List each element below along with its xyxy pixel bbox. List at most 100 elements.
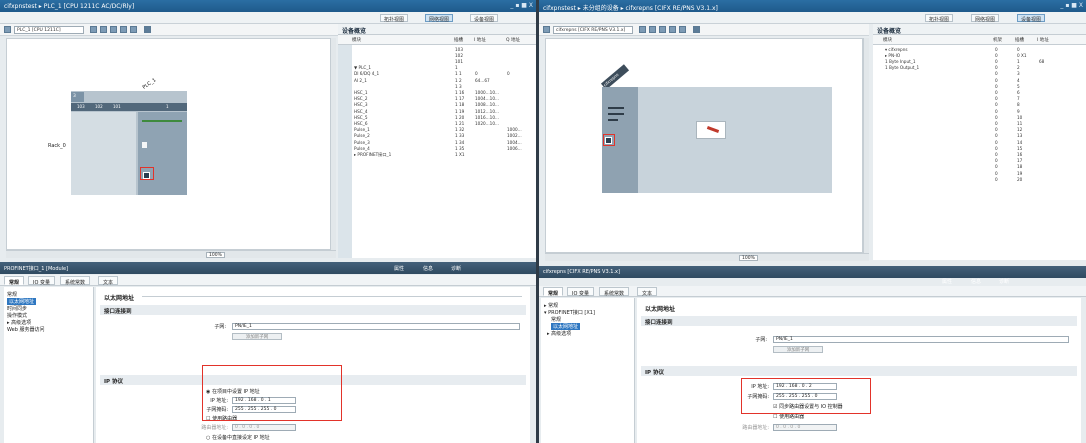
left-device-select[interactable]: PLC_1 [CPU 1211C] [14, 26, 84, 34]
cell-i-addr: 1004...10... [475, 96, 499, 102]
right-zoom-icon[interactable] [693, 26, 700, 33]
cell-slot: 13 [1017, 133, 1023, 139]
right-subnet-label: 子网: [755, 337, 767, 343]
cell-q-addr: 1004... [507, 139, 522, 145]
plc-module[interactable] [138, 112, 187, 195]
right-view-bar: 拓扑视图 网络视图 设备视图 [539, 12, 1086, 24]
cell-module: ▸ PROFINET接口_1 [354, 151, 392, 157]
right-device-view-tab[interactable]: 设备视图 [1017, 14, 1046, 23]
right-tab-system-constants[interactable]: 系统常数 [599, 287, 630, 297]
right-add-subnet-button[interactable]: 添加新子网 [773, 346, 823, 353]
cell-slot: 1 16 [455, 89, 465, 95]
right-diag-tab[interactable]: 诊断 [996, 276, 1012, 285]
right-info-tab[interactable]: 信息 [968, 276, 984, 285]
right-slot-area[interactable] [638, 87, 832, 193]
right-col-slot[interactable]: 插槽 [1015, 37, 1024, 43]
right-col-rack[interactable]: 机架 [993, 37, 1002, 43]
right-nav-advanced[interactable]: ▸ 高级选项 [547, 330, 571, 337]
right-router-field[interactable]: 0 . 0 . 0 . 0 [773, 424, 837, 431]
right-props-content: 以太网地址 接口连接到 子网: PN/IE_1 添加新子网 IP 协议 IP 地… [637, 298, 1081, 443]
right-device-icon[interactable] [543, 26, 550, 33]
right-toolbar-icon-1[interactable] [639, 26, 646, 33]
left-subnet-select[interactable]: PN/IE_1 [232, 323, 520, 330]
right-device-canvas[interactable]: cifxrepns [545, 38, 863, 253]
cell-module: 1 Byte Input_1 [885, 58, 916, 64]
left-info-tab[interactable]: 信息 [420, 263, 436, 272]
right-window-controls[interactable]: _ ▪ ■ X [1060, 2, 1083, 9]
tab-texts[interactable]: 文本 [98, 276, 119, 286]
right-topology-view-tab[interactable]: 拓扑视图 [925, 14, 954, 23]
cell-slot: 1 17 [455, 96, 465, 102]
left-zoom[interactable]: 100% [206, 252, 225, 258]
right-nav-ethernet[interactable]: 以太网地址 [551, 323, 581, 330]
cell-module: HSC_4 [354, 108, 368, 114]
right-use-router-label: 使用路由器 [779, 414, 805, 420]
tab-system-constants[interactable]: 系统常数 [60, 276, 91, 286]
device-view-tab[interactable]: 设备视图 [470, 14, 499, 23]
right-col-i-addr[interactable]: I 地址 [1037, 37, 1049, 43]
right-nav-general[interactable]: ▸ 常规 [544, 302, 558, 309]
left-radio-set-in-device[interactable]: ○ 在设备中直接设定 IP 地址 [206, 434, 270, 441]
cell-slot: 14 [1017, 139, 1023, 145]
tab-general[interactable]: 常规 [4, 276, 25, 286]
tab-io-tags[interactable]: IO 变量 [28, 276, 55, 286]
cell-module: ▼ PLC_1 [354, 65, 372, 71]
cell-rack: 0 [995, 96, 998, 102]
left-canvas-hscroll[interactable]: 100% [6, 250, 336, 258]
right-nav-profinet-interface[interactable]: ▾ PROFINET接口 [X1] [544, 309, 595, 316]
right-tab-io-tags[interactable]: IO 变量 [567, 287, 594, 297]
right-nav-if-general[interactable]: 常规 [551, 316, 561, 323]
toolbar-icon-5[interactable] [130, 26, 137, 33]
toolbar-icon-2[interactable] [100, 26, 107, 33]
right-network-view-tab[interactable]: 网络视图 [971, 14, 1000, 23]
right-ip-header: IP 协议 [641, 366, 1077, 376]
right-toolbar-icon-5[interactable] [679, 26, 686, 33]
overview-row[interactable]: ▸ PROFINET接口_1 1 X1 [338, 151, 536, 157]
col-i-addr[interactable]: I 地址 [474, 37, 486, 43]
nav-general[interactable]: 常规 [7, 291, 17, 298]
network-view-tab[interactable]: 网络视图 [425, 14, 454, 23]
right-toolbar-icon-2[interactable] [649, 26, 656, 33]
left-router-field[interactable]: 0 . 0 . 0 . 0 [232, 424, 296, 431]
cell-slot: 1 [1017, 58, 1020, 64]
left-add-subnet-button[interactable]: 添加新子网 [232, 333, 282, 340]
right-canvas-vscroll[interactable] [863, 38, 869, 253]
left-props-tab[interactable]: 属性 [391, 263, 407, 272]
right-zoom[interactable]: 100% [739, 255, 758, 261]
cell-q-addr: 1006... [507, 145, 522, 151]
col-slot[interactable]: 插槽 [454, 37, 463, 43]
nav-web-server[interactable]: Web 服务器访问 [7, 326, 45, 333]
empty-slots[interactable] [71, 112, 136, 195]
left-canvas-vscroll[interactable] [330, 38, 336, 250]
right-canvas-hscroll[interactable]: 100% [545, 253, 869, 261]
toolbar-icon-1[interactable] [90, 26, 97, 33]
nav-operating-mode[interactable]: 操作模式 [7, 312, 27, 319]
toolbar-icon-4[interactable] [120, 26, 127, 33]
right-subnet-select[interactable]: PN/IE_1 [773, 336, 1069, 343]
cell-slot: 10 [1017, 114, 1023, 120]
left-window-controls[interactable]: _ ▪ ■ X [510, 2, 533, 9]
nav-time-sync[interactable]: 时间同步 [7, 305, 27, 312]
left-module-title: PROFINET接口_1 [Module] [4, 266, 69, 272]
cell-slot: 15 [1017, 145, 1023, 151]
col-q-addr[interactable]: Q 地址 [506, 37, 520, 43]
right-toolbar-icon-3[interactable] [659, 26, 666, 33]
right-toolbar-icon-4[interactable] [669, 26, 676, 33]
right-module-title: cifxrepns [CIFX RE/PNS V3.1.x] [543, 269, 620, 275]
right-tab-general[interactable]: 常规 [543, 287, 564, 297]
nav-advanced[interactable]: ▸ 高级选项 [7, 319, 31, 326]
right-tab-texts[interactable]: 文本 [637, 287, 658, 297]
right-device-select[interactable]: cifxrepns [CIFX RE/PNS V3.1.x] [553, 26, 633, 34]
right-col-module[interactable]: 模块 [883, 37, 892, 43]
right-use-router-checkbox[interactable]: ☐ 使用路由器 [773, 413, 804, 420]
device-icon[interactable] [4, 26, 11, 33]
zoom-icon[interactable] [144, 26, 151, 33]
overview-row[interactable]: 0 20 [873, 176, 1086, 182]
toolbar-icon-3[interactable] [110, 26, 117, 33]
left-device-canvas[interactable]: PLC_1 Rack_0 3 103 102 101 1 [6, 38, 332, 250]
topology-view-tab[interactable]: 拓扑视图 [380, 14, 409, 23]
right-props-tab[interactable]: 属性 [939, 276, 955, 285]
nav-ethernet[interactable]: 以太网地址 [7, 298, 37, 305]
left-diag-tab[interactable]: 诊断 [448, 263, 464, 272]
col-module[interactable]: 模块 [352, 37, 361, 43]
